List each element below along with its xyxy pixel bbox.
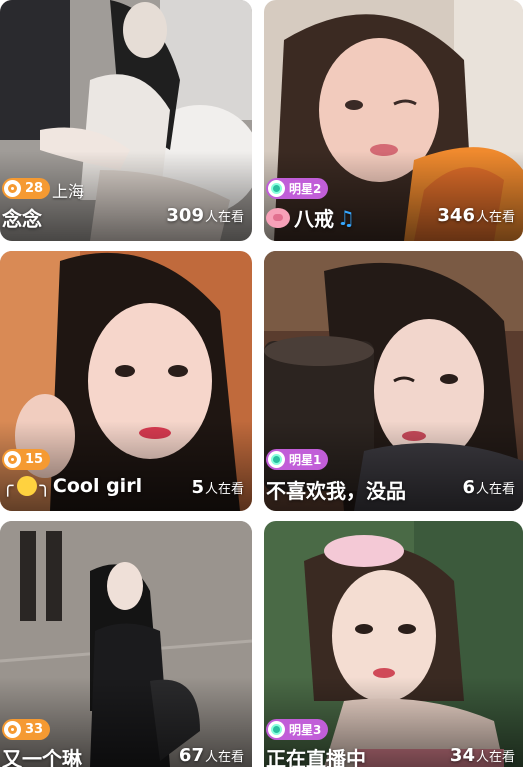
live-card-5[interactable]: 33 又一个琳 67 人在看 (0, 521, 252, 767)
live-card-4[interactable]: 明星1 不喜欢我，没品 6 人在看 (264, 251, 523, 511)
viewer-number: 309 (166, 205, 204, 226)
viewer-count: 6 人在看 (462, 477, 515, 498)
viewer-label: 人在看 (204, 482, 244, 497)
streamer-name: ╭ ╮ Cool girl (2, 475, 142, 497)
star-badge: 明星1 (266, 449, 329, 470)
streamer-name-text: Cool girl (52, 475, 143, 497)
star-badge: 明星2 (266, 178, 329, 199)
viewer-count: 5 人在看 (191, 477, 244, 498)
viewer-label: 人在看 (475, 482, 515, 497)
streamer-name: 不喜欢我，没品 (266, 479, 406, 503)
viewer-number: 346 (437, 205, 475, 226)
star-rank-icon (268, 180, 285, 197)
streamer-name: 正在直播中 (266, 747, 366, 767)
viewer-number: 5 (191, 477, 204, 498)
level-text: 28 (25, 181, 44, 196)
streamer-name: 念念 (2, 207, 42, 231)
level-text: 15 (25, 452, 44, 467)
decoration-icon: ╮ (39, 475, 51, 497)
level-badge: 28 (2, 178, 51, 199)
pig-emoji-icon (266, 207, 290, 228)
viewer-label: 人在看 (204, 210, 244, 225)
live-card-1[interactable]: 28 上海 念念 309 人在看 (0, 0, 252, 241)
viewer-number: 6 (462, 477, 475, 498)
level-badge: 15 (2, 449, 51, 470)
viewer-count: 309 人在看 (166, 205, 244, 226)
star-rank-text: 明星2 (289, 182, 322, 196)
viewer-label: 人在看 (475, 210, 515, 225)
music-note-icon: ♫ (337, 205, 355, 230)
viewer-label: 人在看 (204, 750, 244, 765)
star-badge: 明星3 (266, 719, 329, 740)
live-card-3[interactable]: 15 ╭ ╮ Cool girl 5 人在看 (0, 251, 252, 511)
viewer-count: 34 人在看 (450, 745, 515, 766)
live-card-6[interactable]: 明星3 正在直播中 34 人在看 (264, 521, 523, 767)
level-icon (4, 180, 21, 197)
level-text: 33 (25, 722, 44, 737)
star-rank-text: 明星1 (289, 453, 322, 467)
eye-roll-emoji-icon (17, 476, 38, 496)
streamer-name: 又一个琳 (2, 747, 82, 767)
streamer-name-text: 八戒 (294, 207, 334, 231)
streamer-name: 八戒 ♫ (266, 203, 355, 232)
star-rank-icon (268, 721, 285, 738)
viewer-number: 34 (449, 745, 475, 766)
star-rank-text: 明星3 (289, 723, 322, 737)
viewer-label: 人在看 (475, 750, 515, 765)
city-label: 上海 (52, 182, 85, 201)
level-icon (4, 451, 21, 468)
star-rank-icon (268, 451, 285, 468)
decoration-icon: ╭ (2, 475, 14, 497)
viewer-count: 67 人在看 (179, 745, 244, 766)
level-icon (4, 721, 21, 738)
viewer-number: 67 (178, 745, 204, 766)
live-card-2[interactable]: 明星2 八戒 ♫ 346 人在看 (264, 0, 523, 241)
level-badge: 33 (2, 719, 51, 740)
viewer-count: 346 人在看 (437, 205, 515, 226)
